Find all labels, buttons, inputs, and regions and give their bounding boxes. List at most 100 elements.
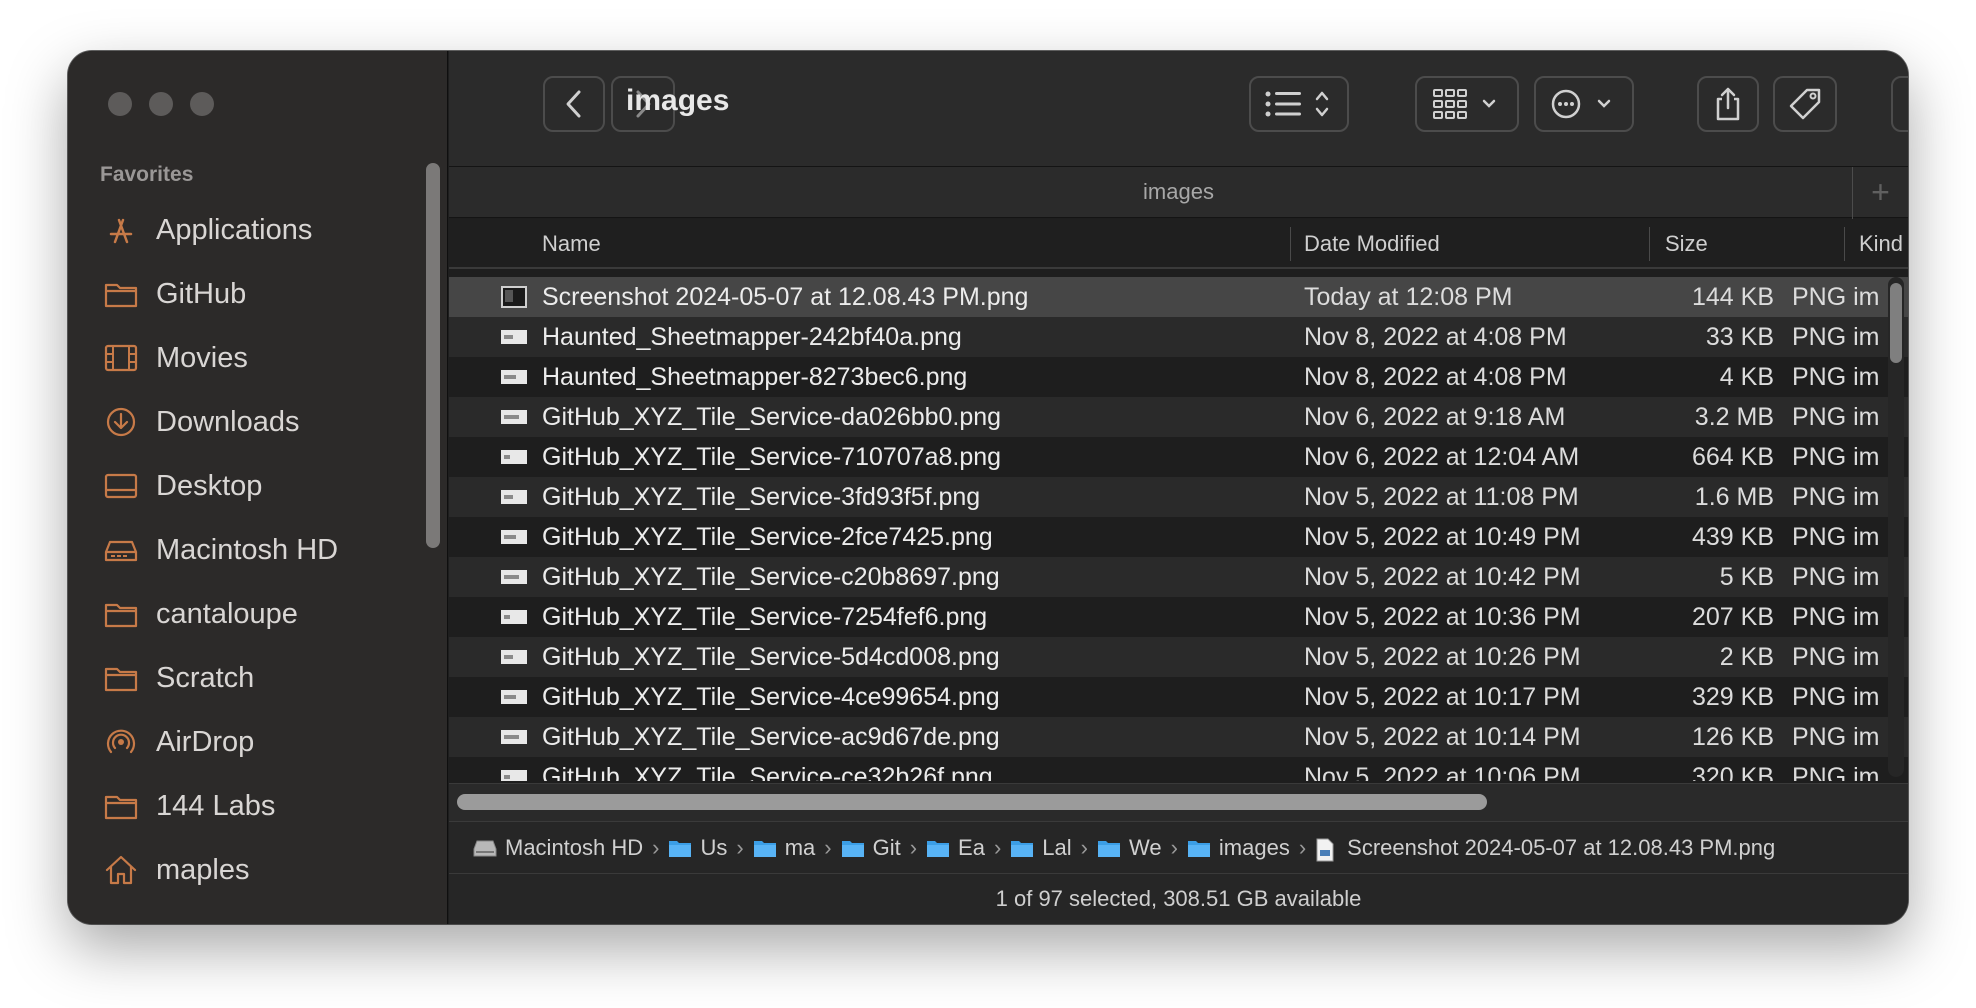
breadcrumb-item[interactable]: Ea › (926, 835, 1010, 861)
file-row[interactable]: Haunted_Sheetmapper-242bf40a.png Nov 8, 2… (449, 317, 1908, 357)
file-row[interactable]: Haunted_Sheetmapper-8273bec6.png Nov 8, 2… (449, 357, 1908, 397)
file-kind: PNG image (1792, 603, 1878, 631)
file-size: 3.2 MB (1694, 403, 1774, 431)
image-thumbnail-icon (501, 567, 527, 587)
file-row[interactable]: GitHub_XYZ_Tile_Service-c20b8697.png Nov … (449, 557, 1908, 597)
tags-button[interactable] (1773, 76, 1837, 132)
breadcrumb-item[interactable]: We › (1097, 835, 1187, 861)
sidebar-item-144-labs[interactable]: 144 Labs (68, 774, 428, 838)
file-name: GitHub_XYZ_Tile_Service-ac9d67de.png (542, 723, 1000, 751)
breadcrumb-label: Screenshot 2024-05-07 at 12.08.43 PM.png (1347, 834, 1776, 860)
sidebar-item-airdrop[interactable]: AirDrop (68, 710, 428, 774)
file-row[interactable]: GitHub_XYZ_Tile_Service-3fd93f5f.png Nov … (449, 477, 1908, 517)
column-divider[interactable] (1844, 227, 1845, 261)
breadcrumb-item[interactable]: ma › (753, 835, 841, 861)
sidebar-item-movies[interactable]: Movies (68, 326, 428, 390)
breadcrumb-label: Lal (1042, 834, 1072, 860)
window-title: images (626, 84, 730, 117)
file-row[interactable]: GitHub_XYZ_Tile_Service-2fce7425.png Nov … (449, 517, 1908, 557)
file-date: Nov 5, 2022 at 10:26 PM (1304, 643, 1581, 671)
breadcrumb-item[interactable]: Us › (668, 835, 752, 861)
file-name: GitHub_XYZ_Tile_Service-4ce99654.png (542, 683, 1000, 711)
column-size-header[interactable]: Size (1665, 219, 1708, 269)
sidebar-item-github[interactable]: GitHub (68, 262, 428, 326)
share-icon (1716, 87, 1740, 121)
sidebar-item-applications[interactable]: Applications (68, 198, 428, 262)
file-kind: PNG image (1792, 723, 1878, 751)
file-row[interactable]: GitHub_XYZ_Tile_Service-5d4cd008.png Nov … (449, 637, 1908, 677)
actions-button[interactable] (1534, 76, 1634, 132)
minimize-window-button[interactable] (149, 92, 173, 116)
file-name: Haunted_Sheetmapper-8273bec6.png (542, 363, 968, 391)
sidebar-item-label: GitHub (156, 277, 247, 310)
view-mode-button[interactable] (1249, 76, 1349, 132)
horizontal-scroll-thumb[interactable] (457, 794, 1487, 810)
breadcrumb-label: Git (872, 834, 901, 860)
vertical-scrollbar[interactable] (1888, 277, 1904, 777)
file-kind: PNG image (1792, 563, 1878, 591)
folder-icon (841, 838, 865, 858)
sidebar-scrollbar[interactable] (426, 163, 440, 548)
list-view-icon (1265, 91, 1329, 117)
tab-images[interactable]: images (449, 179, 1908, 205)
sidebar-item-downloads[interactable]: Downloads (68, 390, 428, 454)
column-divider[interactable] (1649, 227, 1650, 261)
file-size: 126 KB (1691, 723, 1774, 751)
favorites-heading: Favorites (100, 163, 194, 186)
file-row[interactable]: GitHub_XYZ_Tile_Service-710707a8.png Nov … (449, 437, 1908, 477)
file-name: GitHub_XYZ_Tile_Service-3fd93f5f.png (542, 483, 981, 511)
sidebar-item-label: cantaloupe (156, 597, 298, 630)
share-button[interactable] (1697, 76, 1759, 132)
file-name: Screenshot 2024-05-07 at 12.08.43 PM.png (542, 283, 1029, 311)
vertical-scroll-thumb[interactable] (1890, 283, 1902, 363)
grid-group-icon (1433, 89, 1496, 119)
download-icon (104, 405, 138, 439)
search-button[interactable] (1891, 76, 1908, 132)
sidebar-item-macintosh-hd[interactable]: Macintosh HD (68, 518, 428, 582)
file-size: 1.6 MB (1694, 483, 1774, 511)
folder-icon (104, 661, 138, 695)
breadcrumb-item[interactable]: Screenshot 2024-05-07 at 12.08.43 PM.png (1315, 835, 1775, 861)
image-thumbnail-icon (501, 727, 527, 747)
new-tab-button[interactable]: + (1852, 167, 1908, 219)
breadcrumb-label: Ea (958, 834, 985, 860)
breadcrumb-item[interactable]: Lal › (1010, 835, 1097, 861)
breadcrumb-item[interactable]: Macintosh HD › (473, 835, 668, 861)
file-row[interactable]: GitHub_XYZ_Tile_Service-ac9d67de.png Nov … (449, 717, 1908, 757)
document-icon (1315, 838, 1339, 861)
horizontal-scrollbar[interactable] (449, 783, 1908, 821)
column-date-header[interactable]: Date Modified (1304, 219, 1440, 269)
chevron-right-icon: › (652, 834, 660, 860)
breadcrumb-item[interactable]: images › (1187, 835, 1315, 861)
chevron-right-icon: › (824, 834, 832, 860)
file-row[interactable]: GitHub_XYZ_Tile_Service-4ce99654.png Nov … (449, 677, 1908, 717)
sidebar-item-maples[interactable]: maples (68, 838, 428, 902)
file-row[interactable]: GitHub_XYZ_Tile_Service-da026bb0.png Nov … (449, 397, 1908, 437)
file-date: Nov 8, 2022 at 4:08 PM (1304, 363, 1567, 391)
file-name: GitHub_XYZ_Tile_Service-7254fef6.png (542, 603, 988, 631)
breadcrumb-item[interactable]: Git › (841, 835, 926, 861)
toolbar: images (449, 51, 1908, 166)
file-size: 4 KB (1719, 363, 1774, 391)
file-row[interactable]: GitHub_XYZ_Tile_Service-7254fef6.png Nov … (449, 597, 1908, 637)
column-divider[interactable] (1290, 227, 1291, 261)
file-kind: PNG image (1792, 683, 1878, 711)
folder-icon (926, 838, 950, 858)
sidebar-item-label: Macintosh HD (156, 533, 339, 566)
file-row[interactable]: GitHub_XYZ_Tile_Service-ce32b26f.png Nov … (449, 757, 1908, 781)
sidebar-item-desktop[interactable]: Desktop (68, 454, 428, 518)
image-thumbnail-icon (501, 327, 527, 347)
column-name-header[interactable]: Name (542, 219, 601, 269)
group-button[interactable] (1415, 76, 1519, 132)
tab-bar: images + (449, 166, 1908, 219)
sidebar-item-scratch[interactable]: Scratch (68, 646, 428, 710)
sidebar-item-cantaloupe[interactable]: cantaloupe (68, 582, 428, 646)
file-row[interactable]: Screenshot 2024-05-07 at 12.08.43 PM.png… (449, 277, 1908, 317)
column-kind-header[interactable]: Kind (1859, 219, 1903, 269)
back-button[interactable] (543, 76, 605, 132)
file-name: GitHub_XYZ_Tile_Service-2fce7425.png (542, 523, 993, 551)
close-window-button[interactable] (108, 92, 132, 116)
zoom-window-button[interactable] (190, 92, 214, 116)
chevron-left-icon (566, 90, 581, 118)
file-name: GitHub_XYZ_Tile_Service-5d4cd008.png (542, 643, 1000, 671)
